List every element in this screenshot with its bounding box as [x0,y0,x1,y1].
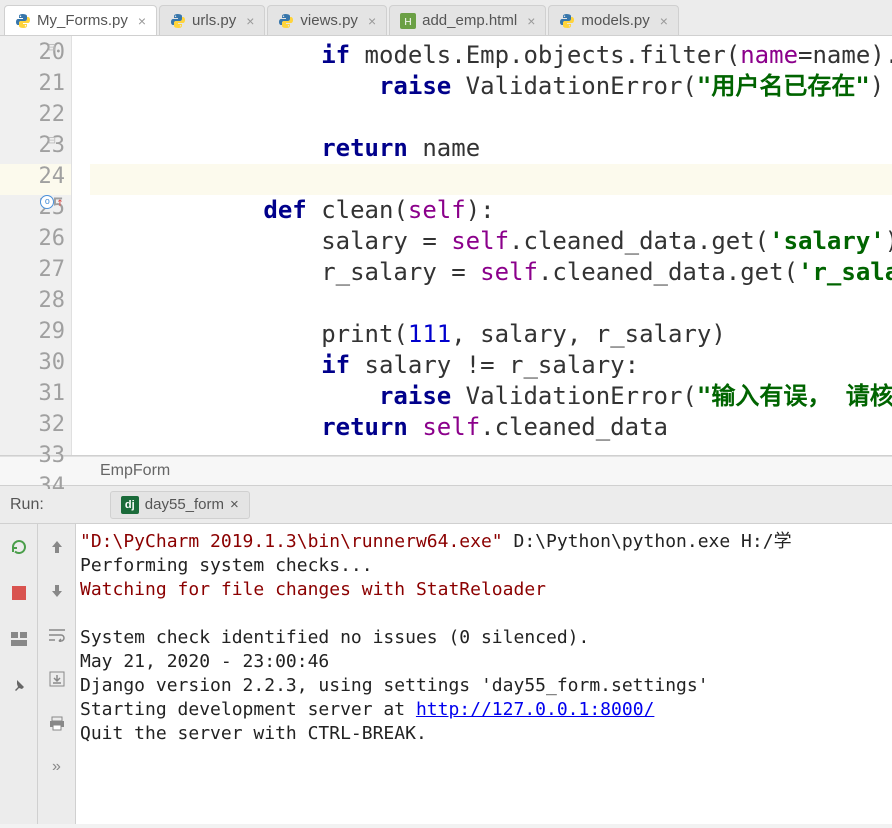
tab-label: urls.py [192,12,236,29]
run-tool-column-2: » [38,524,76,824]
code-editor[interactable]: 20⊟212223⊟2425o↑262728293031323334 if mo… [0,36,892,456]
tab-label: My_Forms.py [37,12,128,29]
pin-button[interactable] [8,674,30,696]
run-label: Run: [0,496,54,514]
code-area[interactable]: if models.Emp.objects.filter(name=name).… [72,36,892,455]
python-icon [559,13,575,29]
django-icon: dj [121,496,139,514]
html-icon: H [400,13,416,29]
console-output[interactable]: "D:\PyCharm 2019.1.3\bin\runnerw64.exe" … [76,524,892,824]
python-icon [278,13,294,29]
run-tool-column-1 [0,524,38,824]
tab-models[interactable]: models.py × [548,5,679,35]
tab-add-emp[interactable]: H add_emp.html × [389,5,546,35]
close-icon[interactable]: × [660,13,668,29]
svg-text:H: H [405,17,412,28]
tab-my-forms[interactable]: My_Forms.py × [4,5,157,35]
up-button[interactable] [46,536,68,558]
down-button[interactable] [46,580,68,602]
close-icon[interactable]: × [138,13,146,29]
layout-button[interactable] [8,628,30,650]
editor-tabs: My_Forms.py × urls.py × views.py × H add… [0,0,892,36]
breadcrumb[interactable]: EmpForm [0,456,892,486]
close-icon[interactable]: × [368,13,376,29]
console-panel: » "D:\PyCharm 2019.1.3\bin\runnerw64.exe… [0,524,892,824]
breadcrumb-class[interactable]: EmpForm [100,462,170,480]
python-icon [15,13,31,29]
print-button[interactable] [46,712,68,734]
tab-label: views.py [300,12,358,29]
stop-button[interactable] [8,582,30,604]
tab-views[interactable]: views.py × [267,5,387,35]
scroll-end-button[interactable] [46,668,68,690]
rerun-button[interactable] [8,536,30,558]
close-icon[interactable]: × [230,496,239,513]
python-icon [170,13,186,29]
tab-label: add_emp.html [422,12,517,29]
wrap-button[interactable] [46,624,68,646]
run-config-tab[interactable]: dj day55_form × [110,491,250,519]
tab-urls[interactable]: urls.py × [159,5,265,35]
run-toolbar: Run: dj day55_form × [0,486,892,524]
close-icon[interactable]: × [527,13,535,29]
close-icon[interactable]: × [246,13,254,29]
run-config-name: day55_form [145,496,224,513]
more-button[interactable]: » [46,756,68,778]
tab-label: models.py [581,12,649,29]
line-gutter: 20⊟212223⊟2425o↑262728293031323334 [0,36,72,455]
